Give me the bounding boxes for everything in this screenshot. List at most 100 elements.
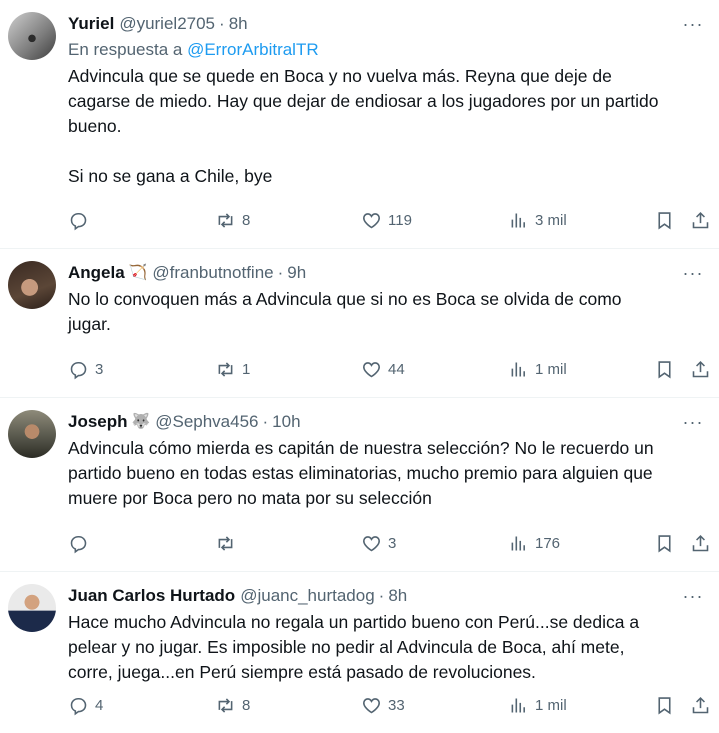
bookmark-icon — [658, 697, 671, 715]
more-options-icon[interactable]: ··· — [681, 12, 705, 36]
more-options-icon[interactable]: ··· — [681, 584, 705, 608]
reply-count: 4 — [95, 697, 104, 714]
reply-icon — [70, 535, 87, 554]
action-bar: 3 1 44 1 mil — [68, 355, 715, 387]
share-icon — [692, 211, 709, 229]
like-count: 119 — [388, 212, 412, 229]
heart-icon — [363, 362, 380, 378]
tweet-header: Juan Carlos Hurtado @juanc_hurtadog · 8h — [68, 584, 705, 608]
separator-dot: · — [219, 14, 225, 33]
tweet-feed: Yuriel @yuriel2705 · 8h ··· En respuesta… — [0, 0, 719, 733]
views-chart-icon — [511, 362, 525, 377]
reply-button[interactable] — [68, 210, 95, 231]
tweet-header: Angela 🏹 @franbutnotfine · 9h — [68, 261, 705, 285]
author-handle[interactable]: @juanc_hurtadog — [240, 584, 374, 608]
author-handle[interactable]: @yuriel2705 — [119, 12, 215, 36]
timestamp[interactable]: 8h — [388, 584, 407, 608]
reply-icon — [70, 212, 87, 231]
tweet-text: Advincula cómo mierda es capitán de nues… — [68, 438, 654, 508]
timestamp[interactable]: 8h — [229, 12, 248, 36]
author-name[interactable]: Angela — [68, 261, 125, 285]
like-count: 33 — [388, 697, 405, 714]
reply-icon — [70, 361, 87, 380]
author-name[interactable]: Juan Carlos Hurtado — [68, 584, 235, 608]
like-button[interactable]: 44 — [361, 359, 405, 380]
share-button[interactable] — [690, 210, 711, 231]
wolf-emoji-icon: 🐺 — [131, 413, 151, 430]
reply-button[interactable]: 3 — [68, 359, 103, 380]
retweet-count: 8 — [242, 697, 251, 714]
retweet-button[interactable]: 1 — [215, 359, 250, 380]
tweet-header: Yuriel @yuriel2705 · 8h — [68, 12, 705, 36]
retweet-button[interactable]: 8 — [215, 210, 250, 231]
avatar[interactable] — [8, 261, 56, 309]
tweet[interactable]: Yuriel @yuriel2705 · 8h ··· En respuesta… — [0, 0, 719, 249]
bookmark-button[interactable] — [654, 359, 675, 380]
views-count: 176 — [535, 535, 561, 552]
share-button[interactable] — [690, 359, 711, 380]
avatar[interactable] — [8, 584, 56, 632]
retweet-count: 8 — [242, 212, 251, 229]
separator-dot: · — [378, 586, 385, 605]
tweet[interactable]: Juan Carlos Hurtado @juanc_hurtadog · 8h… — [0, 572, 719, 733]
separator-dot: · — [262, 412, 269, 431]
action-bar: 8 119 3 mil — [68, 206, 715, 238]
action-bar: 4 8 33 1 mil — [68, 691, 715, 723]
tweet-text: Advincula que se quede en Boca y no vuel… — [68, 66, 659, 186]
avatar[interactable] — [8, 410, 56, 458]
heart-icon — [363, 213, 380, 229]
views-button[interactable]: 176 — [508, 533, 560, 554]
retweet-icon — [218, 362, 233, 377]
author-handle[interactable]: @Sephva456 — [155, 410, 258, 434]
share-button[interactable] — [690, 695, 711, 716]
reply-prefix: En respuesta a — [68, 40, 188, 59]
author-name[interactable]: Yuriel — [68, 12, 114, 36]
retweet-icon — [218, 213, 233, 228]
more-options-icon[interactable]: ··· — [681, 261, 705, 285]
timestamp[interactable]: 10h — [272, 410, 300, 434]
reply-icon — [70, 697, 87, 716]
avatar[interactable] — [8, 12, 56, 60]
retweet-icon — [218, 698, 233, 713]
reply-button[interactable] — [68, 533, 95, 554]
like-button[interactable]: 33 — [361, 695, 405, 716]
tweet[interactable]: Joseph 🐺 @Sephva456 · 10h ··· Advincula … — [0, 398, 719, 572]
action-bar: 3 176 — [68, 529, 715, 561]
views-chart-icon — [511, 536, 525, 551]
heart-icon — [363, 536, 380, 552]
heart-icon — [363, 698, 380, 714]
author-handle[interactable]: @franbutnotfine — [152, 261, 273, 285]
separator-dot: · — [277, 263, 284, 282]
like-count: 44 — [388, 361, 405, 378]
views-button[interactable]: 1 mil — [508, 695, 567, 716]
bookmark-button[interactable] — [654, 210, 675, 231]
views-button[interactable]: 3 mil — [508, 210, 567, 231]
reply-context: En respuesta a @ErrorArbitralTR — [68, 38, 705, 62]
like-button[interactable]: 3 — [361, 533, 396, 554]
reply-to-link[interactable]: @ErrorArbitralTR — [187, 40, 319, 59]
retweet-icon — [218, 536, 233, 551]
views-count: 1 mil — [535, 361, 567, 378]
share-button[interactable] — [690, 533, 711, 554]
bookmark-button[interactable] — [654, 695, 675, 716]
bow-arrow-emoji-icon: 🏹 — [128, 264, 148, 281]
views-count: 3 mil — [535, 212, 567, 229]
share-icon — [692, 534, 709, 552]
views-button[interactable]: 1 mil — [508, 359, 567, 380]
bookmark-icon — [658, 212, 671, 230]
tweet[interactable]: Angela 🏹 @franbutnotfine · 9h ··· No lo … — [0, 249, 719, 398]
views-chart-icon — [511, 213, 525, 228]
more-options-icon[interactable]: ··· — [681, 410, 705, 434]
retweet-count: 1 — [242, 361, 251, 378]
timestamp[interactable]: 9h — [287, 261, 306, 285]
retweet-button[interactable]: 8 — [215, 695, 250, 716]
tweet-text: No lo convoquen más a Advincula que si n… — [68, 289, 622, 334]
like-button[interactable]: 119 — [361, 210, 412, 231]
bookmark-icon — [658, 535, 671, 553]
author-name[interactable]: Joseph — [68, 410, 128, 434]
reply-button[interactable]: 4 — [68, 695, 103, 716]
retweet-button[interactable] — [215, 533, 242, 554]
reply-count: 3 — [95, 361, 104, 378]
tweet-text: Hace mucho Advincula no regala un partid… — [68, 612, 640, 682]
bookmark-button[interactable] — [654, 533, 675, 554]
